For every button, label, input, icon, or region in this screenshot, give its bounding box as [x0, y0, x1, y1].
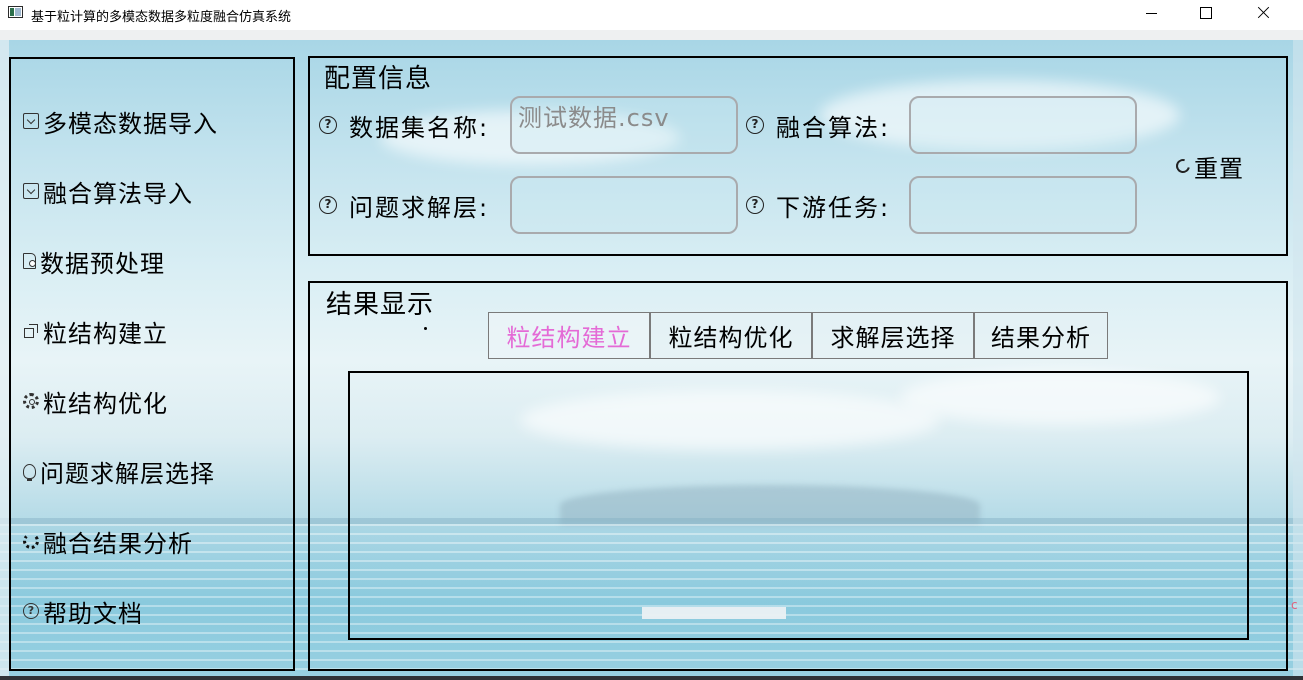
menu-item-label: 粒结构建立: [43, 319, 168, 348]
menu-item-structure-build[interactable]: 粒结构建立: [23, 311, 168, 351]
menu-item-label: 多模态数据导入: [43, 109, 218, 138]
bottom-border: [0, 676, 1303, 680]
gear-icon: [23, 393, 39, 409]
help-icon[interactable]: ?: [319, 196, 337, 214]
reset-label: 重置: [1194, 154, 1244, 183]
menu-item-help-docs[interactable]: ? 帮助文档: [23, 591, 143, 631]
tab-result-analysis[interactable]: 结果分析: [974, 312, 1108, 359]
stray-dot: [424, 327, 427, 330]
menu-item-multimodal-import[interactable]: 多模态数据导入: [23, 101, 218, 141]
menu-item-preprocessing[interactable]: 数据预处理: [23, 241, 165, 281]
sidebar-menu: 多模态数据导入 融合算法导入 数据预处理 粒结构建立 粒结构优化 问题求解层选择…: [9, 57, 295, 671]
result-display-area: [348, 371, 1249, 640]
algorithm-label: 融合算法:: [776, 114, 891, 142]
edge-glyph: c: [1291, 598, 1298, 612]
close-button[interactable]: [1240, 0, 1286, 28]
refresh-icon: [1173, 156, 1193, 176]
menu-item-structure-optimize[interactable]: 粒结构优化: [23, 381, 168, 421]
help-icon[interactable]: ?: [319, 116, 337, 134]
spinner-icon: [23, 533, 39, 549]
title-bar: 基于粒计算的多模态数据多粒度融合仿真系统: [0, 0, 1303, 30]
tab-structure-optimize[interactable]: 粒结构优化: [650, 312, 812, 359]
menu-item-label: 粒结构优化: [43, 389, 168, 418]
help-icon[interactable]: ?: [746, 196, 764, 214]
fusion-algorithm-field[interactable]: [909, 96, 1137, 154]
import-icon: [23, 183, 39, 199]
menu-strip: [0, 30, 1303, 40]
dataset-name-field[interactable]: [510, 96, 738, 154]
tab-structure-build[interactable]: 粒结构建立: [488, 312, 650, 359]
solve-layer-field[interactable]: [510, 176, 738, 234]
menu-item-layer-select[interactable]: 问题求解层选择: [23, 451, 215, 491]
display-scrollbar[interactable]: [642, 607, 786, 619]
config-title: 配置信息: [324, 64, 433, 94]
menu-item-algorithm-import[interactable]: 融合算法导入: [23, 171, 193, 211]
left-edge: [0, 40, 9, 680]
help-icon: ?: [23, 603, 39, 619]
import-icon: [23, 113, 39, 129]
downstream-task-field[interactable]: [909, 176, 1137, 234]
menu-item-label: 帮助文档: [43, 599, 143, 628]
menu-item-label: 数据预处理: [40, 249, 165, 278]
config-panel: [308, 56, 1288, 256]
dataset-label: 数据集名称:: [349, 114, 490, 142]
window-title: 基于粒计算的多模态数据多粒度融合仿真系统: [31, 10, 292, 25]
downstream-task-label: 下游任务:: [776, 194, 891, 222]
structure-icon: [23, 323, 39, 339]
stray-dot: [133, 341, 136, 344]
maximize-button[interactable]: [1183, 0, 1229, 28]
document-settings-icon: [23, 253, 36, 269]
minimize-button[interactable]: [1128, 0, 1174, 28]
reset-button[interactable]: 重置: [1173, 150, 1244, 183]
help-icon[interactable]: ?: [746, 116, 764, 134]
menu-item-result-analysis[interactable]: 融合结果分析: [23, 521, 193, 561]
right-edge: [1293, 40, 1303, 680]
solve-layer-label: 问题求解层:: [349, 194, 490, 222]
lightbulb-icon: [23, 463, 36, 481]
menu-item-label: 问题求解层选择: [40, 459, 215, 488]
app-icon: [8, 6, 23, 18]
results-title: 结果显示: [326, 290, 435, 320]
menu-item-label: 融合结果分析: [43, 529, 193, 558]
menu-item-label: 融合算法导入: [43, 179, 193, 208]
tab-layer-select[interactable]: 求解层选择: [812, 312, 974, 359]
